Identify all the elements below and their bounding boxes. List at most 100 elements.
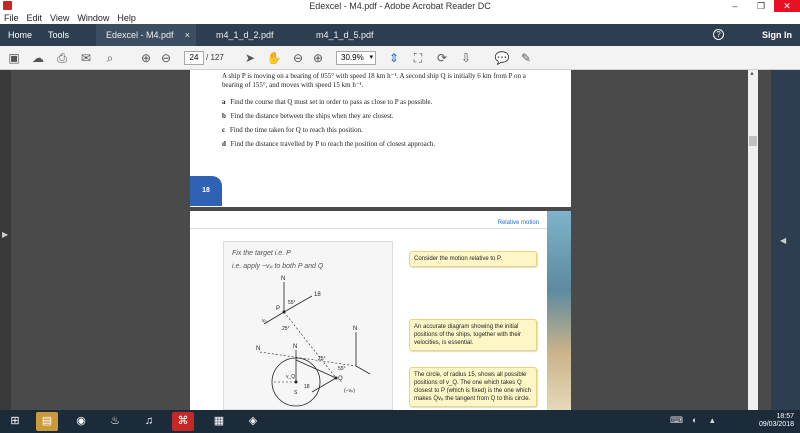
app-icon[interactable]: ▦ <box>208 412 230 431</box>
relative-motion-diagram: Fix the target i.e. P i.e. apply −vₚ to … <box>223 241 393 410</box>
page-number-input[interactable]: 24 <box>184 51 204 65</box>
vp-label: vₚ <box>262 318 267 324</box>
question-b: b Find the distance between the ships wh… <box>222 112 542 120</box>
right-pane-toggle[interactable]: ◀ <box>771 70 800 410</box>
close-window-button[interactable]: ✕ <box>774 0 800 12</box>
question-letter: b <box>222 112 226 120</box>
document-tab-bar: Home Tools Edexcel - M4.pdf × m4_1_d_2.p… <box>0 24 800 46</box>
print-icon[interactable]: ⎙ <box>54 50 70 66</box>
minimize-button[interactable]: – <box>722 0 748 12</box>
speed-label: 18 <box>304 384 310 390</box>
zoom-value: 30.9% <box>341 53 364 62</box>
page-header: Relative motion <box>190 211 571 229</box>
question-d: d Find the distance travelled by P to re… <box>222 140 542 148</box>
scroll-up-icon[interactable]: ▲ <box>749 71 755 77</box>
menu-view[interactable]: View <box>50 12 69 24</box>
question-text: Find the course that Q must set in order… <box>230 98 433 106</box>
neg-vp-label: (−vₚ) <box>344 388 355 394</box>
tab-label: Edexcel - M4.pdf <box>106 30 174 40</box>
north-label: N <box>353 326 357 332</box>
angle-label: 55° <box>288 300 296 306</box>
windows-taskbar: ⊞ ▤ ◉ ♨ ♫ ⌘ ▦ ◈ ⌨ ◐ ▴ 18:57 09/03/2018 <box>0 410 800 433</box>
left-pane-toggle[interactable]: ▶ <box>0 70 11 410</box>
tools-tab[interactable]: Tools <box>48 30 69 40</box>
email-icon[interactable]: ✉ <box>78 50 94 66</box>
pen-icon[interactable]: ✎ <box>518 50 534 66</box>
window-title: Edexcel - M4.pdf - Adobe Acrobat Reader … <box>309 1 491 11</box>
north-label: N <box>256 346 260 352</box>
question-text: Find the distance between the ships when… <box>230 112 394 120</box>
menu-file[interactable]: File <box>4 12 19 24</box>
question-a: a Find the course that Q must set in ord… <box>222 98 542 106</box>
file-explorer-icon[interactable]: ▤ <box>36 412 58 431</box>
close-tab-icon[interactable]: × <box>185 24 190 46</box>
toolbar: ▣ ☁ ⎙ ✉ ⌕ ⊕ ⊖ 24 / 127 ➤ ✋ ⊖ ⊕ 30.9% ▾ ⇕… <box>0 46 800 70</box>
select-cursor-icon[interactable]: ➤ <box>242 50 258 66</box>
clock[interactable]: 18:57 09/03/2018 <box>759 413 794 429</box>
vertical-scrollbar[interactable]: ▲ <box>748 70 758 410</box>
zoom-in-icon[interactable]: ⊕ <box>310 50 326 66</box>
upload-cloud-icon[interactable]: ☁ <box>30 50 46 66</box>
speed-label: 18 <box>314 292 321 298</box>
tab-edexcel-m4[interactable]: Edexcel - M4.pdf × <box>96 24 196 46</box>
point-p-label: P <box>276 306 280 312</box>
margin-note: An accurate diagram showing the initial … <box>409 319 537 351</box>
clock-time: 18:57 <box>776 413 794 420</box>
pdf-page-top: A ship P is moving on a bearing of 055° … <box>190 70 571 207</box>
point-q-label: Q <box>338 376 343 382</box>
vector-diagram: N 18 55° P vₚ 25° N N N 25° 55° Q v_Q 18… <box>256 276 371 407</box>
menu-edit[interactable]: Edit <box>27 12 43 24</box>
previous-page-icon[interactable]: ⊕ <box>138 50 154 66</box>
scroll-mode-icon[interactable]: ⇩ <box>458 50 474 66</box>
angle-label: 55° <box>338 366 346 372</box>
chevron-right-icon[interactable]: ▶ <box>2 230 8 239</box>
home-tab[interactable]: Home <box>8 30 32 40</box>
acrobat-taskbar-icon[interactable]: ⌘ <box>172 412 194 431</box>
menu-bar: File Edit View Window Help <box>0 12 800 24</box>
question-letter: a <box>222 98 226 106</box>
hand-tool-icon[interactable]: ✋ <box>266 50 282 66</box>
itunes-icon[interactable]: ♫ <box>138 412 160 431</box>
pdf-page-bottom: Relative motion Fix the target i.e. P i.… <box>190 211 571 410</box>
keyboard-icon[interactable]: ⌨ <box>670 415 683 426</box>
margin-note: Consider the motion relative to P. <box>409 251 537 267</box>
window-controls: – ❐ ✕ <box>722 0 800 12</box>
search-icon[interactable]: ⌕ <box>102 50 118 66</box>
chevron-down-icon: ▾ <box>369 54 373 61</box>
vq-label: v_Q <box>286 374 295 380</box>
maximize-button[interactable]: ❐ <box>748 0 774 12</box>
margin-note: The circle, of radius 15, shows all poss… <box>409 367 537 407</box>
tab-label: m4_1_d_2.pdf <box>216 30 274 40</box>
help-icon[interactable]: ? <box>713 29 724 40</box>
question-letter: d <box>222 140 226 148</box>
comment-icon[interactable]: 💬 <box>494 50 510 66</box>
windows-start-icon[interactable]: ⊞ <box>4 412 26 431</box>
full-screen-icon[interactable]: ⛶ <box>410 50 426 66</box>
menu-help[interactable]: Help <box>117 12 136 24</box>
network-icon[interactable]: ◐ <box>692 415 697 425</box>
title-bar: Edexcel - M4.pdf - Adobe Acrobat Reader … <box>0 0 800 12</box>
save-icon[interactable]: ▣ <box>6 50 22 66</box>
question-text: Find the distance travelled by P to reac… <box>230 140 436 148</box>
zoom-out-icon[interactable]: ⊖ <box>290 50 306 66</box>
zoom-level-select[interactable]: 30.9% ▾ <box>336 51 376 65</box>
sign-in-link[interactable]: Sign In <box>762 30 792 40</box>
popcorn-app-icon[interactable]: ♨ <box>104 412 126 431</box>
menu-window[interactable]: Window <box>77 12 109 24</box>
fit-page-icon[interactable]: ⇕ <box>386 50 402 66</box>
rotate-icon[interactable]: ⟳ <box>434 50 450 66</box>
next-page-icon[interactable]: ⊖ <box>158 50 174 66</box>
point-s-label: S <box>294 390 298 396</box>
scrollbar-thumb[interactable] <box>749 136 757 146</box>
tab-m4-1-d-2[interactable]: m4_1_d_2.pdf <box>206 24 306 46</box>
question-c: c Find the time taken for Q to reach thi… <box>222 126 542 134</box>
question-text: Find the time taken for Q to reach this … <box>229 126 363 134</box>
north-label: N <box>281 276 285 282</box>
chevron-up-icon[interactable]: ▴ <box>710 415 715 426</box>
app-icon[interactable]: ◈ <box>242 412 264 431</box>
chevron-left-icon[interactable]: ◀ <box>780 236 786 245</box>
tab-m4-1-d-5[interactable]: m4_1_d_5.pdf <box>306 24 406 46</box>
chrome-icon[interactable]: ◉ <box>70 412 92 431</box>
angle-label: 25° <box>318 356 326 362</box>
section-title: Relative motion <box>497 220 539 226</box>
